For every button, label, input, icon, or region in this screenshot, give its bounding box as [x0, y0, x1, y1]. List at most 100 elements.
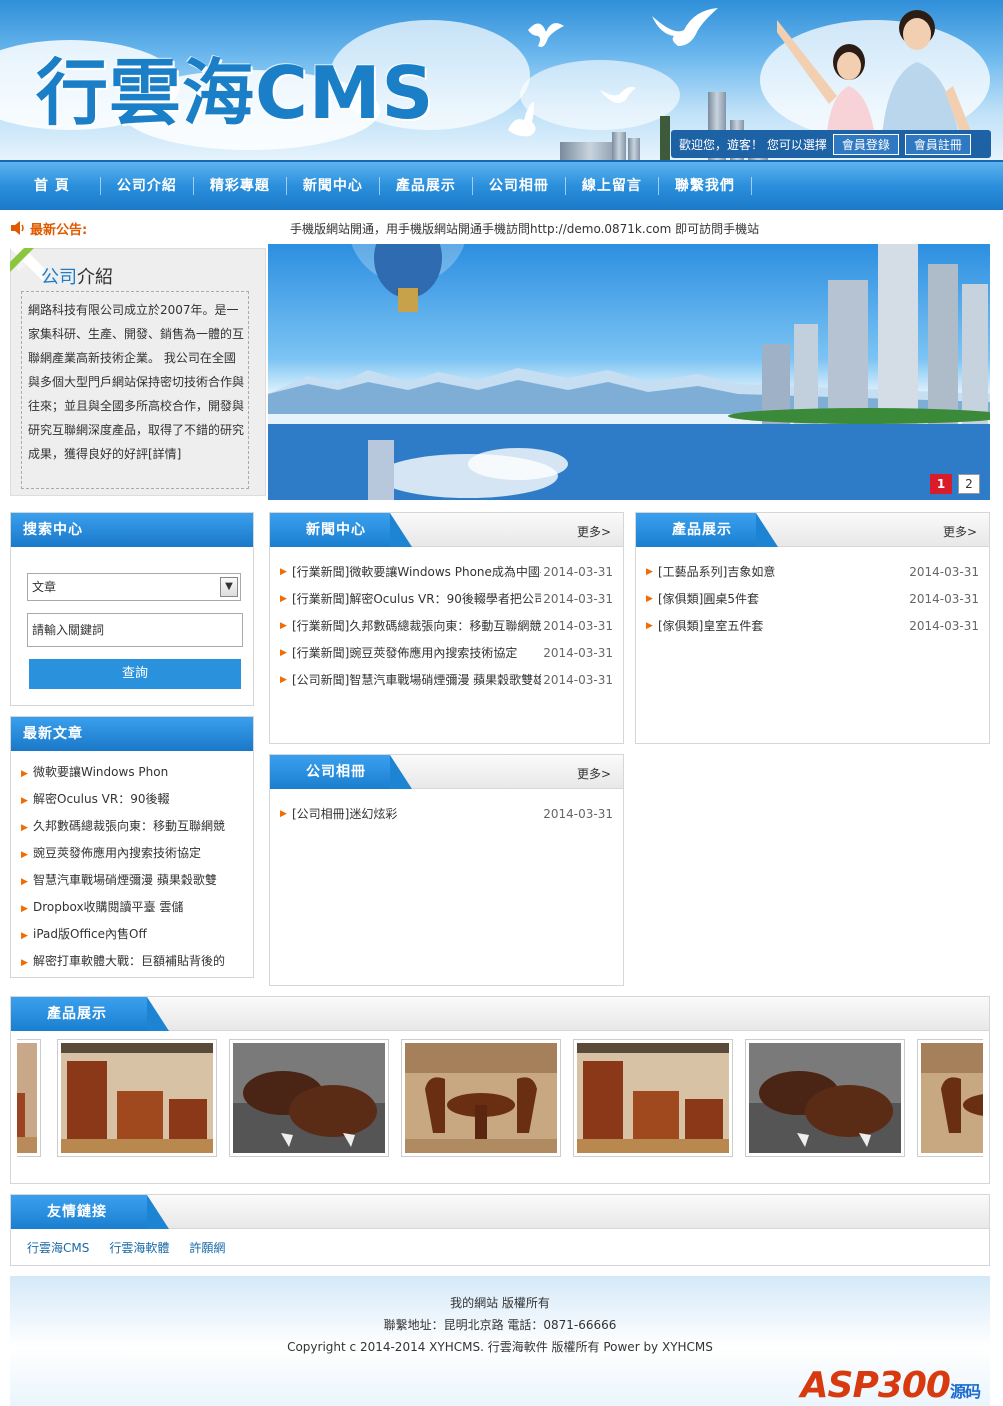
nav-item-home[interactable]: 首 頁 — [10, 177, 101, 195]
latest-articles-panel: 最新文章 ▶ 微軟要讓Windows Phon ▶ 解密Oculus VR：90後輟… — [10, 716, 254, 978]
album-panel: 公司相冊 更多> ▶ [公司相冊]迷幻炫彩 2014-03-31 — [269, 754, 624, 986]
banner-slideshow[interactable]: 1 2 — [268, 244, 990, 500]
dove-icon — [508, 102, 536, 137]
banner-page-2[interactable]: 2 — [958, 474, 980, 494]
product-thumb[interactable] — [745, 1039, 905, 1157]
skyline-building — [628, 138, 640, 160]
arrow-icon: ▶ — [646, 621, 653, 631]
table-row[interactable]: ▶ [行業新聞]微軟要讓Windows Phone成為中國手 2014-03-31 — [280, 559, 613, 586]
links-header: 友情鏈接 — [11, 1195, 989, 1229]
arrow-icon: ▶ — [280, 567, 287, 577]
arrow-icon: ▶ — [280, 675, 287, 685]
table-row[interactable]: ▶ [公司新聞]智慧汽車戰場硝煙彌漫 蘋果穀歌雙雄 2014-03-31 — [280, 667, 613, 694]
arrow-icon: ▶ — [280, 809, 287, 819]
watermark-logo: ASP300源码 — [801, 1368, 981, 1404]
links-title: 友情鏈接 — [11, 1195, 169, 1229]
nav-item-guestbook[interactable]: 線上留言 — [566, 177, 659, 195]
album-more-link[interactable]: 更多> — [577, 765, 611, 782]
list-item[interactable]: ▶ 微軟要讓Windows Phon — [21, 759, 247, 786]
table-row[interactable]: ▶ [傢俱類]皇室五件套 2014-03-31 — [646, 613, 979, 640]
arrow-icon: ▶ — [646, 594, 653, 604]
dove-icon — [652, 8, 718, 46]
album-header: 公司相冊 更多> — [270, 755, 623, 789]
list-item[interactable]: ▶ 久邦數碼總裁張向東：移動互聯網競 — [21, 813, 247, 840]
nav-item-news[interactable]: 新聞中心 — [287, 177, 380, 195]
product-image — [17, 1043, 37, 1153]
product-image — [61, 1043, 213, 1153]
welcome-text: 歡迎您，遊客！ 您可以選擇 — [679, 137, 827, 152]
nav-item-album[interactable]: 公司相冊 — [473, 177, 566, 195]
speaker-icon — [11, 221, 24, 235]
friend-link[interactable]: 許願網 — [189, 1239, 225, 1256]
banner-image — [268, 244, 990, 500]
list-item[interactable]: ▶ Dropbox收購閱讀平臺 雲儲 — [21, 894, 247, 921]
news-panel: 新聞中心 更多> ▶ [行業新聞]微軟要讓Windows Phone成為中國手 20… — [269, 512, 624, 744]
arrow-icon: ▶ — [21, 769, 28, 779]
site-footer: 我的網站 版權所有 聯繫地址：昆明北京路 電話：0871-66666 Copyr… — [10, 1276, 990, 1406]
notice-text[interactable]: 手機版網站開通，用手機版網站開通手機訪問http://demo.0871k.co… — [290, 220, 759, 237]
album-title: 公司相冊 — [270, 755, 412, 789]
product-thumb[interactable] — [917, 1039, 983, 1157]
product-image — [233, 1043, 385, 1153]
product-thumb[interactable] — [573, 1039, 733, 1157]
search-type-select[interactable]: 文章 ▼ — [27, 573, 241, 601]
user-bar: 歡迎您，遊客！ 您可以選擇 會員登錄 會員註冊 — [671, 130, 991, 158]
dove-icon — [600, 86, 636, 103]
news-title: 新聞中心 — [270, 513, 412, 547]
dove-icon — [528, 23, 564, 47]
table-row[interactable]: ▶ [傢俱類]圓桌5件套 2014-03-31 — [646, 586, 979, 613]
friend-links-panel: 友情鏈接 行雲海CMS 行雲海軟體 許願網 — [10, 1194, 990, 1266]
table-row[interactable]: ▶ [工藝品系列]吉象如意 2014-03-31 — [646, 559, 979, 586]
footer-contact: 聯繫地址：昆明北京路 電話：0871-66666 — [383, 1318, 617, 1332]
friend-link[interactable]: 行雲海CMS — [27, 1239, 89, 1256]
search-input[interactable]: 請輸入關鍵詞 — [27, 613, 243, 647]
intro-title-a: 公司 — [41, 267, 77, 288]
nav-item-contact[interactable]: 聯繫我們 — [659, 177, 752, 195]
banner-page-1[interactable]: 1 — [930, 474, 952, 494]
notice-bar: 最新公告: 手機版網站開通，用手機版網站開通手機訪問http://demo.08… — [10, 218, 990, 238]
news-header: 新聞中心 更多> — [270, 513, 623, 547]
product-thumb[interactable] — [401, 1039, 561, 1157]
nav-item-products[interactable]: 產品展示 — [380, 177, 473, 195]
search-button[interactable]: 查詢 — [29, 659, 241, 689]
table-row[interactable]: ▶ [行業新聞]豌豆莢發佈應用內搜索技術協定 2014-03-31 — [280, 640, 613, 667]
main-nav: 首 頁 公司介紹 精彩專題 新聞中心 產品展示 公司相冊 線上留言 聯繫我們 — [0, 160, 1003, 210]
product-image — [405, 1043, 557, 1153]
products-title: 產品展示 — [636, 513, 778, 547]
table-row[interactable]: ▶ [行業新聞]解密Oculus VR：90後輟學者把公司 2014-03-31 — [280, 586, 613, 613]
list-item[interactable]: ▶ 智慧汽車戰場硝煙彌漫 蘋果穀歌雙 — [21, 867, 247, 894]
list-item[interactable]: ▶ 解密打車軟體大戰：巨額補貼背後的 — [21, 948, 247, 975]
arrow-icon: ▶ — [646, 567, 653, 577]
list-item[interactable]: ▶ 解密Oculus VR：90後輟 — [21, 786, 247, 813]
search-title: 搜索中心 — [11, 513, 253, 547]
list-item[interactable]: ▶ 豌豆莢發佈應用內搜索技術協定 — [21, 840, 247, 867]
site-logo[interactable]: 行雲海CMS — [36, 34, 434, 139]
table-row[interactable]: ▶ [公司相冊]迷幻炫彩 2014-03-31 — [280, 801, 613, 828]
list-item[interactable]: ▶ iPad版Office內售Off — [21, 921, 247, 948]
intro-title: 公司介紹 — [41, 263, 113, 289]
news-more-link[interactable]: 更多> — [577, 523, 611, 540]
skyline-building — [560, 142, 620, 160]
nav-item-topics[interactable]: 精彩專題 — [194, 177, 287, 195]
arrow-icon: ▶ — [280, 594, 287, 604]
nav-item-about[interactable]: 公司介紹 — [101, 177, 194, 195]
intro-title-b: 介紹 — [77, 267, 113, 288]
table-row[interactable]: ▶ [行業新聞]久邦數碼總裁張向東：移動互聯網競 2014-03-31 — [280, 613, 613, 640]
chevron-down-icon[interactable]: ▼ — [220, 577, 238, 597]
products-more-link[interactable]: 更多> — [943, 523, 977, 540]
search-panel: 搜索中心 文章 ▼ 請輸入關鍵詞 查詢 — [10, 512, 254, 706]
product-show-title: 產品展示 — [11, 997, 169, 1031]
login-button[interactable]: 會員登錄 — [832, 133, 899, 155]
products-header: 產品展示 更多> — [636, 513, 989, 547]
product-showcase: 產品展示 — [10, 996, 990, 1184]
search-type-value: 文章 — [32, 580, 57, 594]
product-show-header: 產品展示 — [11, 997, 989, 1031]
friend-link[interactable]: 行雲海軟體 — [109, 1239, 169, 1256]
arrow-icon: ▶ — [21, 796, 28, 806]
register-button[interactable]: 會員註冊 — [904, 133, 971, 155]
product-thumb[interactable] — [57, 1039, 217, 1157]
watermark-main: ASP300 — [800, 1365, 951, 1406]
product-thumb[interactable] — [229, 1039, 389, 1157]
skyline-building — [660, 116, 670, 160]
product-thumb[interactable] — [17, 1039, 41, 1157]
